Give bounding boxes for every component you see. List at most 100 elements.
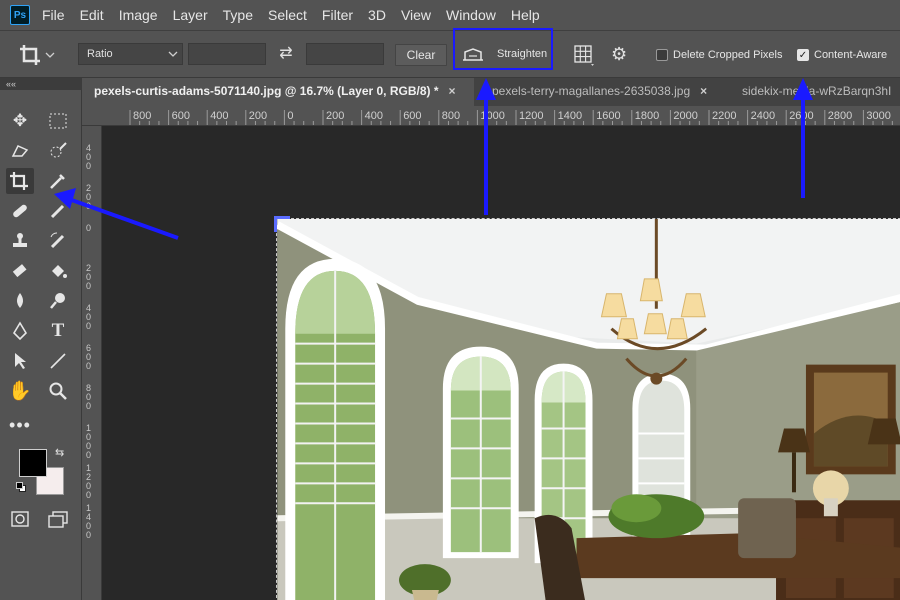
close-icon[interactable]: × <box>449 84 456 98</box>
ruler-tick-label: 0 <box>287 110 294 122</box>
lasso-icon <box>11 145 29 157</box>
brush-tool-icon[interactable] <box>44 198 72 224</box>
quick-mask-icon[interactable] <box>6 506 34 532</box>
ruler-tick-label: 800 <box>86 383 92 411</box>
crop-preset-picker[interactable] <box>18 43 62 67</box>
ruler-tick-label: 1000 <box>86 423 92 460</box>
ruler-tick-label: 400 <box>210 110 229 122</box>
ruler-tick-label: 2600 <box>789 110 814 122</box>
menu-layer[interactable]: Layer <box>173 7 208 23</box>
crop-icon <box>10 172 28 190</box>
ruler-tick-label: 1400 <box>557 110 583 122</box>
magnifier-icon <box>49 382 67 400</box>
history-brush-tool-icon[interactable] <box>44 228 72 254</box>
tab-curtis-adams[interactable]: pexels-curtis-adams-5071140.jpg @ 16.7% … <box>82 78 474 106</box>
tab-sidekix-media[interactable]: sidekix-media-wRzBarqn3hI <box>730 78 900 106</box>
move-tool-icon[interactable]: ✥ <box>6 108 34 134</box>
document-canvas[interactable] <box>102 126 900 600</box>
photoshop-logo: Ps <box>10 5 30 25</box>
content-aware-label: Content-Aware <box>814 49 888 61</box>
eyedropper-tool-icon[interactable] <box>44 168 72 194</box>
menu-3d[interactable]: 3D <box>368 7 386 23</box>
eyedropper-icon <box>50 174 65 189</box>
overlay-grid-icon[interactable] <box>573 44 595 66</box>
menu-select[interactable]: Select <box>268 7 307 23</box>
default-colors-icon[interactable] <box>16 482 26 492</box>
dodge-tool-icon[interactable] <box>44 288 72 314</box>
ruler-tick-label: 2200 <box>712 110 737 122</box>
marquee-icon <box>49 113 67 129</box>
ruler-tick-label: 2800 <box>827 110 853 122</box>
blur-tool-icon[interactable] <box>6 288 34 314</box>
ruler-tick-label: 800 <box>133 110 152 122</box>
paint-bucket-icon <box>52 265 67 278</box>
screen-mode-glyph <box>48 511 68 528</box>
gear-icon[interactable]: ⚙ <box>611 44 627 65</box>
width-field[interactable] <box>188 43 266 65</box>
menu-image[interactable]: Image <box>119 7 158 23</box>
ruler-tick-label: 200 <box>326 110 345 122</box>
collapse-panels-icon[interactable]: «« <box>0 78 82 90</box>
ruler-tick-label: 200 <box>248 110 268 122</box>
zoom-tool-icon[interactable] <box>44 378 72 404</box>
ruler-tick-label: 1400 <box>86 503 92 540</box>
ratio-select-value: Ratio <box>87 48 113 60</box>
menu-file[interactable]: File <box>42 7 65 23</box>
stamp-icon <box>13 233 27 247</box>
marquee-tool-icon[interactable] <box>44 108 72 134</box>
tools-panel: ✥ T ✋ ••• ⇆ <box>0 90 82 600</box>
ruler-tick-label: 1800 <box>634 110 660 122</box>
eraser-icon <box>12 264 27 278</box>
menu-edit[interactable]: Edit <box>80 7 104 23</box>
pen-tool-icon[interactable] <box>6 318 34 344</box>
dodge-icon <box>50 293 65 309</box>
content-aware-checkbox[interactable]: ✓ <box>797 49 809 61</box>
ruler-tick-label: 200 <box>86 263 92 291</box>
menu-filter[interactable]: Filter <box>322 7 353 23</box>
straighten-button[interactable]: Straighten <box>497 48 547 60</box>
type-tool-icon[interactable]: T <box>44 318 72 344</box>
ruler-tick-label: 1200 <box>519 110 544 122</box>
crop-tool-icon[interactable] <box>6 168 34 194</box>
lasso-tool-icon[interactable] <box>6 138 34 164</box>
tab-label: sidekix-media-wRzBarqn3hI <box>742 84 892 98</box>
ruler-tick-label: 2400 <box>750 110 776 122</box>
foreground-color-swatch[interactable] <box>19 449 47 477</box>
delete-cropped-checkbox[interactable] <box>656 49 668 61</box>
clear-button[interactable]: Clear <box>395 44 447 66</box>
clone-stamp-tool-icon[interactable] <box>6 228 34 254</box>
history-brush-icon <box>50 232 65 249</box>
eraser-tool-icon[interactable] <box>6 258 34 284</box>
chevron-down-icon <box>168 51 178 57</box>
swap-colors-icon[interactable]: ⇆ <box>55 446 64 459</box>
quick-selection-icon <box>50 142 67 158</box>
tab-label: pexels-curtis-adams-5071140.jpg @ 16.7% … <box>94 84 439 98</box>
hand-tool-icon[interactable]: ✋ <box>6 378 34 404</box>
menu-window[interactable]: Window <box>446 7 496 23</box>
more-tools-icon[interactable]: ••• <box>6 412 34 438</box>
delete-cropped-label: Delete Cropped Pixels <box>673 49 783 61</box>
swap-dimensions-icon[interactable]: ⇄ <box>276 43 296 65</box>
screen-mode-icon[interactable] <box>44 506 72 532</box>
ruler-tick-label: 400 <box>86 143 92 171</box>
crop-corner-handle[interactable] <box>274 216 290 232</box>
ruler-tick-label: 3000 <box>866 110 891 122</box>
ruler-tick-label: 600 <box>86 343 92 371</box>
menu-help[interactable]: Help <box>511 7 540 23</box>
document-tab-bar: pexels-curtis-adams-5071140.jpg @ 16.7% … <box>82 78 900 106</box>
line-tool-icon[interactable] <box>44 348 72 374</box>
menu-type[interactable]: Type <box>223 7 253 23</box>
straighten-icon[interactable] <box>461 46 485 62</box>
menu-view[interactable]: View <box>401 7 431 23</box>
vertical-ruler: 400 200 0 200 400 600 800 1000 1200 1400 <box>82 126 102 600</box>
crop-icon <box>20 45 40 65</box>
tab-terry-magallanes[interactable]: pexels-terry-magallanes-2635038.jpg × <box>478 78 728 106</box>
path-selection-tool-icon[interactable] <box>6 348 34 374</box>
healing-brush-tool-icon[interactable] <box>6 198 34 224</box>
close-icon[interactable]: × <box>700 84 707 98</box>
height-field[interactable] <box>306 43 384 65</box>
dining-room-photo <box>276 218 900 600</box>
paint-bucket-tool-icon[interactable] <box>44 258 72 284</box>
ratio-select[interactable]: Ratio <box>78 43 183 65</box>
quick-selection-tool-icon[interactable] <box>44 138 72 164</box>
